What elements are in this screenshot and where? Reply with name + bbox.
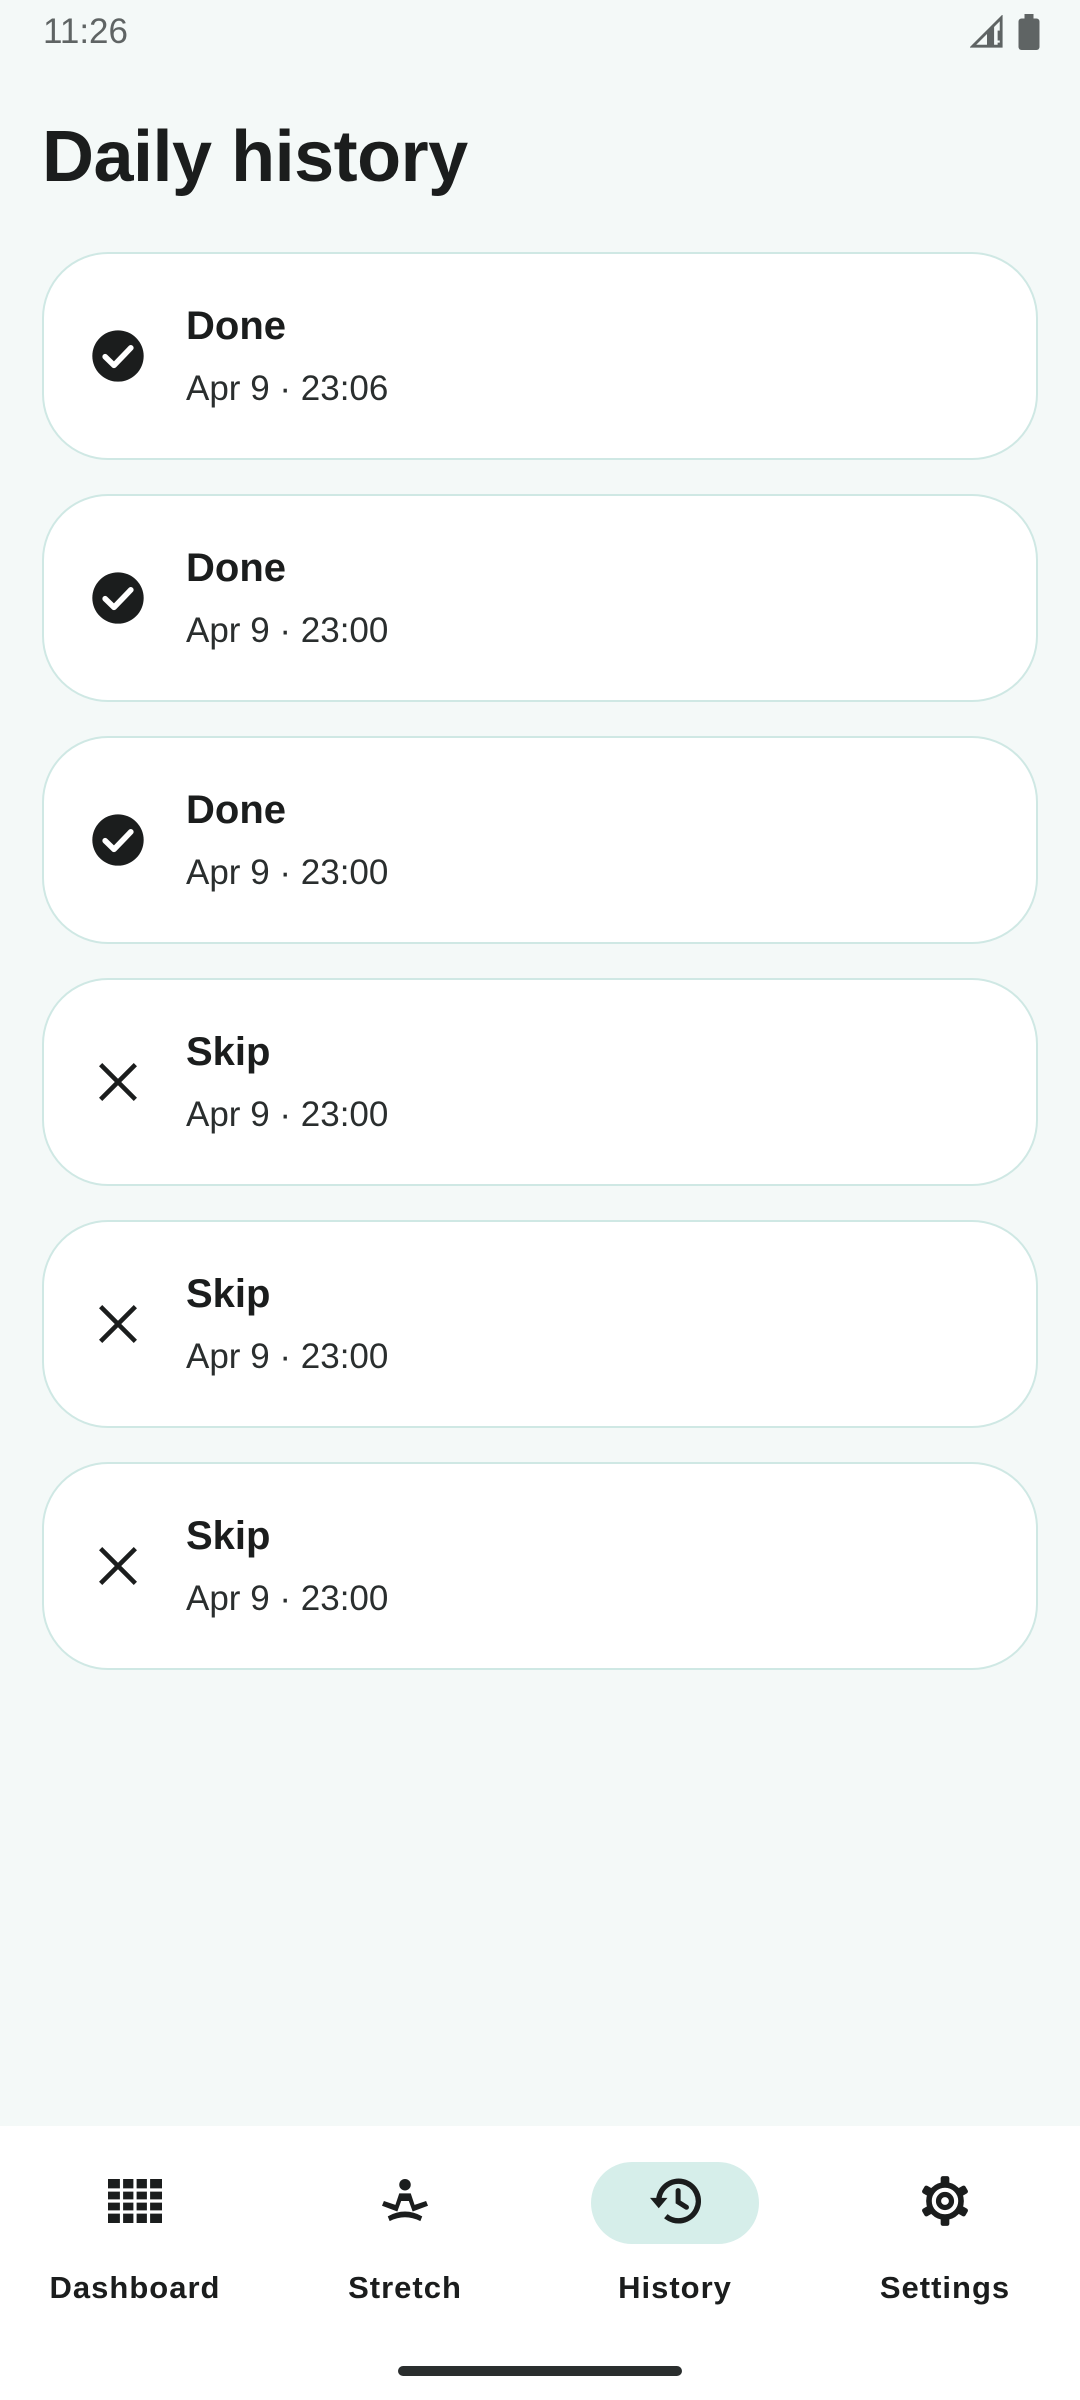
- check-circle-icon: [88, 326, 148, 386]
- status-time: 11:26: [43, 12, 128, 51]
- close-icon: [88, 1294, 148, 1354]
- stretch-figure-icon: [380, 2178, 430, 2229]
- nav-item-stretch[interactable]: Stretch: [270, 2162, 540, 2322]
- nav-label-dashboard: Dashboard: [49, 2270, 221, 2305]
- history-status: Skip: [186, 1029, 271, 1074]
- history-time: Apr 9 · 23:00: [186, 1578, 389, 1618]
- history-item[interactable]: Skip Apr 9 · 23:00: [42, 1462, 1038, 1670]
- history-item[interactable]: Done Apr 9 · 23:06: [42, 252, 1038, 460]
- history-list: Done Apr 9 · 23:06 Done Apr 9 · 23:00 Do…: [42, 252, 1038, 1670]
- history-time: Apr 9 · 23:06: [186, 368, 389, 408]
- signal-icon: [969, 14, 1004, 54]
- close-icon: [88, 1536, 148, 1596]
- nav-item-settings[interactable]: Settings: [810, 2162, 1080, 2322]
- history-item[interactable]: Done Apr 9 · 23:00: [42, 494, 1038, 702]
- nav-item-history[interactable]: History: [540, 2162, 810, 2322]
- check-circle-icon: [88, 810, 148, 870]
- page-title: Daily history: [42, 117, 468, 197]
- nav-pill-history-active: [591, 2162, 759, 2244]
- history-clock-icon: [647, 2176, 703, 2231]
- status-icons: [969, 14, 1040, 55]
- nav-pill-dashboard: [51, 2162, 219, 2244]
- nav-label-stretch: Stretch: [348, 2270, 462, 2305]
- nav-pill-stretch: [321, 2162, 489, 2244]
- nav-label-history: History: [618, 2270, 732, 2305]
- nav-item-dashboard[interactable]: Dashboard: [0, 2162, 270, 2322]
- history-status: Skip: [186, 1271, 271, 1316]
- battery-icon: [1018, 14, 1040, 55]
- history-status: Done: [186, 303, 286, 348]
- nav-label-settings: Settings: [879, 2270, 1011, 2305]
- nav-pill-settings: [861, 2162, 1029, 2244]
- history-time: Apr 9 · 23:00: [186, 852, 389, 892]
- history-status: Skip: [186, 1513, 271, 1558]
- status-bar: 11:26: [0, 0, 1080, 62]
- history-item[interactable]: Done Apr 9 · 23:00: [42, 736, 1038, 944]
- gear-icon: [919, 2175, 971, 2232]
- bottom-navigation: Dashboard Stretch History Settings: [0, 2126, 1080, 2400]
- check-circle-icon: [88, 568, 148, 628]
- history-time: Apr 9 · 23:00: [186, 1094, 389, 1134]
- history-item[interactable]: Skip Apr 9 · 23:00: [42, 978, 1038, 1186]
- home-indicator[interactable]: [398, 2366, 682, 2376]
- history-time: Apr 9 · 23:00: [186, 1336, 389, 1376]
- history-status: Done: [186, 545, 286, 590]
- close-icon: [88, 1052, 148, 1112]
- grid-icon: [108, 2178, 162, 2228]
- history-time: Apr 9 · 23:00: [186, 610, 389, 650]
- history-status: Done: [186, 787, 286, 832]
- history-item[interactable]: Skip Apr 9 · 23:00: [42, 1220, 1038, 1428]
